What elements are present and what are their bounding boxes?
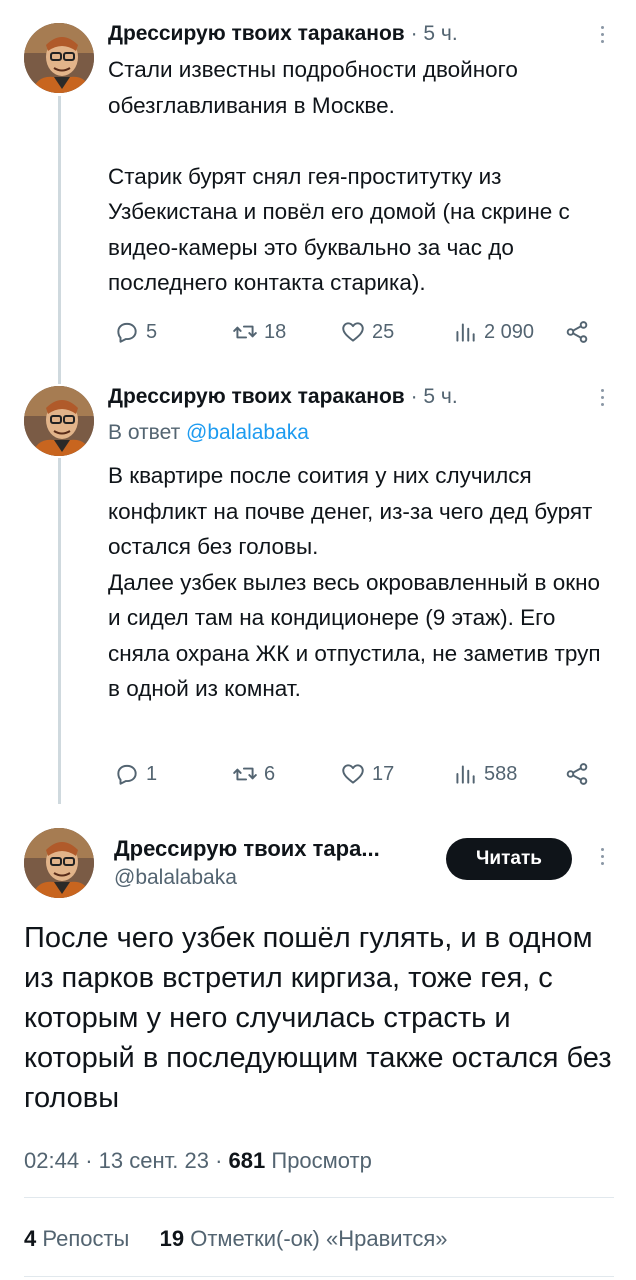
reposts-label: Репосты bbox=[42, 1226, 130, 1251]
main-tweet-text: После чего узбек пошёл гулять, и в одном… bbox=[24, 922, 612, 1114]
views-button[interactable]: 588 bbox=[452, 758, 517, 790]
author-name[interactable]: Дрессирую твоих тара... bbox=[114, 836, 380, 862]
more-vertical-icon[interactable] bbox=[592, 385, 612, 415]
likes-count: 19 bbox=[159, 1226, 185, 1251]
follow-button[interactable]: Читать bbox=[446, 838, 572, 880]
views-count: 681 bbox=[228, 1148, 266, 1173]
tweet-date[interactable]: 13 сент. 23 bbox=[99, 1148, 209, 1173]
reposts-count: 4 bbox=[24, 1226, 37, 1251]
repost-count: 6 bbox=[264, 762, 276, 785]
thread-line bbox=[58, 96, 61, 384]
avatar[interactable] bbox=[24, 386, 94, 456]
share-icon bbox=[566, 763, 588, 785]
likes-stat[interactable]: 19 Отметки(-ок) «Нравится» bbox=[160, 1226, 448, 1251]
reply-icon bbox=[117, 322, 137, 343]
tweet-text: Стали известны подробности двойного обез… bbox=[108, 57, 570, 295]
tweet-header: Дрессирую твоих тараканов · 5 ч. bbox=[108, 385, 458, 408]
thread-line bbox=[58, 458, 61, 804]
tweet-timestamp: 02:44 · 13 сент. 23 · 681 Просмотр bbox=[24, 1148, 372, 1173]
share-icon bbox=[566, 321, 588, 343]
tweet-actions: 1 6 17 588 bbox=[108, 758, 598, 790]
repost-button[interactable]: 18 bbox=[232, 316, 286, 348]
tweet-header: Дрессирую твоих тараканов · 5 ч. bbox=[108, 22, 458, 45]
tweet-time[interactable]: 02:44 bbox=[24, 1148, 79, 1173]
author-handle[interactable]: @balalabaka bbox=[114, 866, 237, 890]
reply-count: 5 bbox=[146, 320, 158, 343]
reply-button[interactable]: 1 bbox=[114, 758, 157, 790]
divider bbox=[24, 1197, 614, 1198]
share-button[interactable] bbox=[564, 758, 590, 790]
views-count: 588 bbox=[484, 762, 518, 785]
reply-context: В ответ @balalabaka bbox=[108, 421, 309, 445]
reply-prefix: В ответ bbox=[108, 421, 181, 444]
tweet-actions: 5 18 25 2 090 bbox=[108, 316, 598, 348]
author-name[interactable]: Дрессирую твоих тараканов bbox=[108, 22, 405, 45]
views-count: 2 090 bbox=[484, 320, 535, 343]
reply-icon bbox=[117, 764, 137, 785]
tweet-text: В квартире после соития у них случился к… bbox=[108, 463, 601, 701]
like-button[interactable]: 25 bbox=[340, 316, 394, 348]
like-count: 17 bbox=[372, 762, 395, 785]
repost-icon bbox=[233, 767, 257, 781]
views-chart-icon bbox=[456, 323, 475, 342]
like-button[interactable]: 17 bbox=[340, 758, 394, 790]
more-vertical-icon[interactable] bbox=[592, 844, 612, 874]
reply-button[interactable]: 5 bbox=[114, 316, 157, 348]
repost-count: 18 bbox=[264, 320, 287, 343]
heart-icon bbox=[342, 764, 364, 784]
share-button[interactable] bbox=[564, 316, 590, 348]
tweet-time[interactable]: 5 ч. bbox=[423, 385, 457, 408]
repost-button[interactable]: 6 bbox=[232, 758, 275, 790]
views-label: Просмотр bbox=[271, 1148, 372, 1173]
more-vertical-icon[interactable] bbox=[592, 22, 612, 52]
reposts-stat[interactable]: 4 Репосты bbox=[24, 1226, 135, 1251]
reply-count: 1 bbox=[146, 762, 158, 785]
avatar[interactable] bbox=[24, 828, 94, 898]
views-button[interactable]: 2 090 bbox=[452, 316, 534, 348]
tweet-time[interactable]: 5 ч. bbox=[423, 22, 457, 45]
views-chart-icon bbox=[456, 765, 475, 784]
repost-icon bbox=[233, 325, 257, 339]
author-name[interactable]: Дрессирую твоих тараканов bbox=[108, 385, 405, 408]
likes-label: Отметки(-ок) «Нравится» bbox=[190, 1226, 448, 1251]
heart-icon bbox=[342, 322, 364, 342]
divider bbox=[24, 1276, 614, 1277]
engagement-stats: 4 Репосты 19 Отметки(-ок) «Нравится» bbox=[24, 1226, 448, 1252]
reply-handle-link[interactable]: @balalabaka bbox=[186, 421, 309, 444]
like-count: 25 bbox=[372, 320, 395, 343]
avatar[interactable] bbox=[24, 23, 94, 93]
